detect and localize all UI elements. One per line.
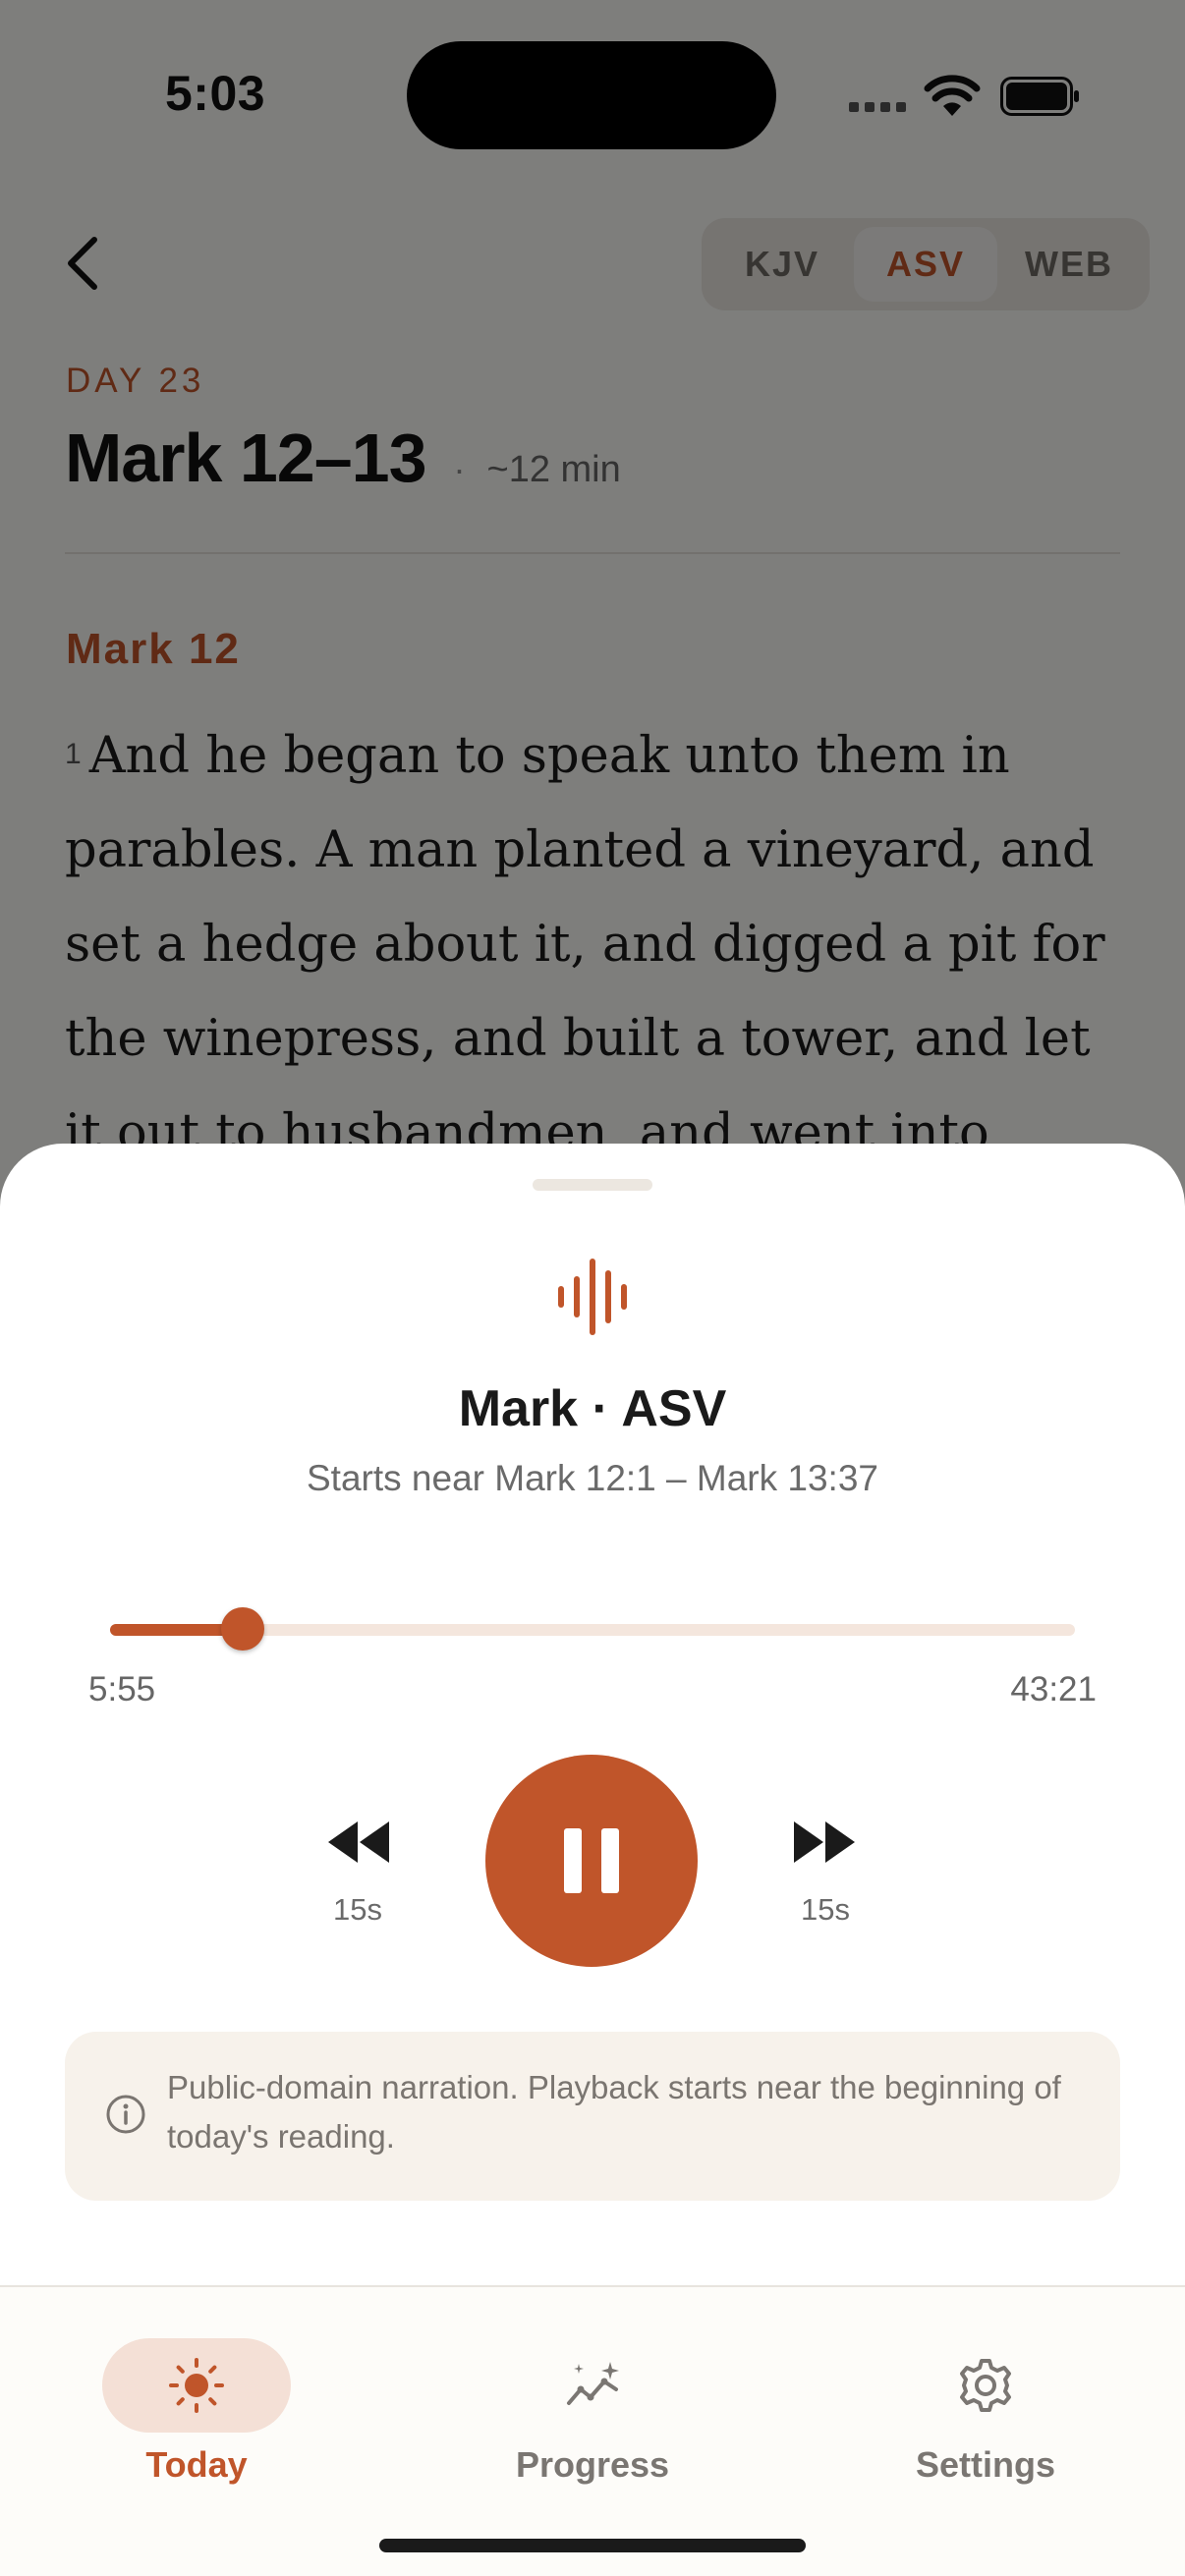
- tab-settings[interactable]: Settings: [838, 2319, 1133, 2485]
- gear-icon: [960, 2359, 1011, 2412]
- tab-settings-label: Settings: [915, 2444, 1055, 2485]
- elapsed-time: 5:55: [88, 1670, 156, 1708]
- tab-progress[interactable]: Progress: [445, 2319, 740, 2485]
- rewind-icon: [328, 1821, 389, 1863]
- skip-forward-button[interactable]: 15s: [766, 1812, 884, 1939]
- audio-waveform-icon: [558, 1259, 627, 1335]
- sparkle-chart-icon: [567, 2362, 619, 2405]
- tab-today[interactable]: Today: [49, 2319, 344, 2485]
- skip-back-label: 15s: [333, 1892, 382, 1927]
- tab-bar: Today Progress Settings: [0, 2285, 1185, 2576]
- fast-forward-icon: [794, 1821, 855, 1863]
- track-title: Mark · ASV: [458, 1380, 727, 1437]
- scrubber-thumb[interactable]: [220, 1607, 264, 1651]
- skip-back-button[interactable]: 15s: [299, 1812, 417, 1939]
- pause-icon: [564, 1828, 619, 1893]
- pause-button[interactable]: [485, 1755, 698, 1967]
- narration-note: Public-domain narration. Playback starts…: [65, 2032, 1120, 2201]
- skip-forward-label: 15s: [801, 1892, 850, 1927]
- app-screen: 5:03 KJV ASV WEB DAY 23 Mark 12–13 · ~12…: [0, 0, 1185, 2576]
- total-time: 43:21: [1010, 1670, 1097, 1708]
- narration-note-text: Public-domain narration. Playback starts…: [167, 2069, 1061, 2155]
- sun-icon: [169, 2358, 224, 2413]
- tab-today-label: Today: [145, 2444, 248, 2485]
- sheet-grabber[interactable]: [533, 1179, 652, 1191]
- playback-scrubber[interactable]: [110, 1607, 1075, 1652]
- tab-progress-label: Progress: [515, 2444, 670, 2485]
- info-icon: [106, 2095, 145, 2134]
- home-indicator[interactable]: [379, 2539, 806, 2552]
- track-subtitle: Starts near Mark 12:1 – Mark 13:37: [307, 1458, 878, 1498]
